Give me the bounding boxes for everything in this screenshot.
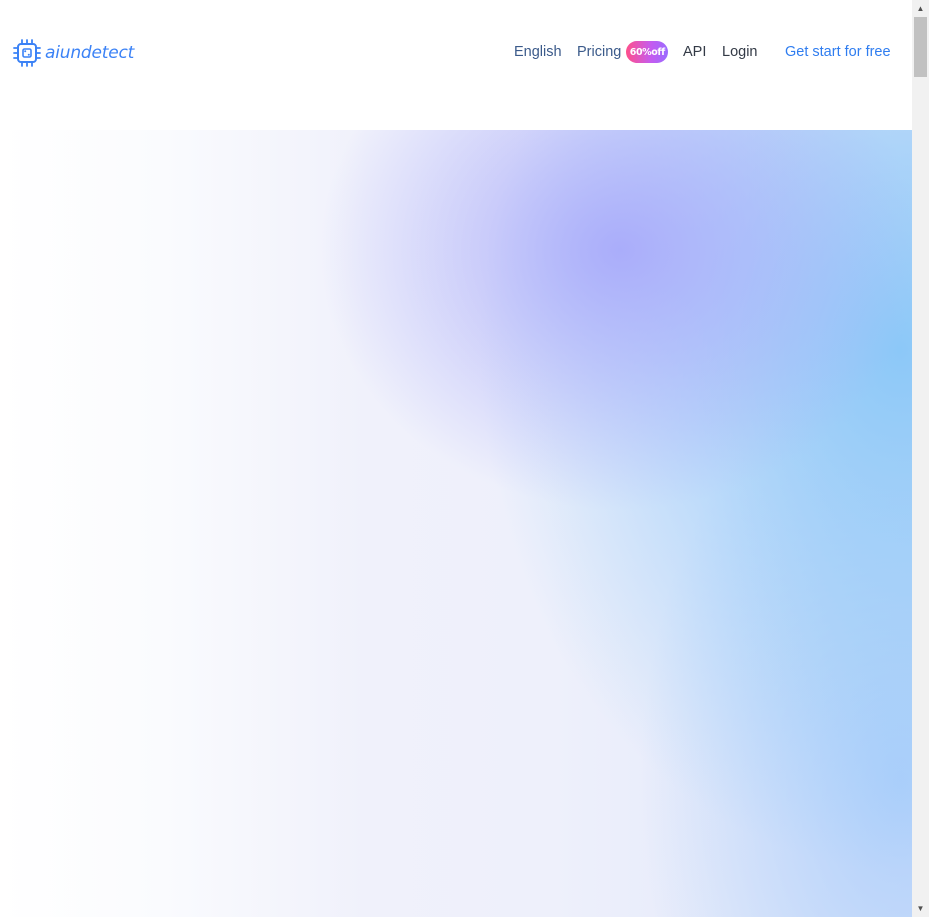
scrollbar-thumb[interactable]: [914, 17, 927, 77]
chip-icon: [13, 39, 41, 67]
hero-gradient-background: [0, 130, 912, 917]
discount-badge: 60%off: [626, 41, 669, 63]
scroll-down-arrow-icon[interactable]: ▼: [912, 900, 929, 917]
header: aiundetect English Pricing 60%off API Lo…: [0, 0, 912, 104]
logo-link[interactable]: aiundetect: [12, 38, 134, 68]
language-selector[interactable]: English: [514, 40, 562, 64]
pricing-link[interactable]: Pricing: [577, 40, 621, 64]
pricing-link-wrap[interactable]: Pricing 60%off: [577, 40, 669, 64]
vertical-scrollbar[interactable]: ▲ ▼: [912, 0, 929, 917]
page: aiundetect English Pricing 60%off API Lo…: [0, 0, 929, 917]
get-started-button[interactable]: Get start for free: [785, 40, 891, 64]
brand-name: aiundetect: [45, 43, 135, 63]
nav-pricing: Pricing 60%off: [577, 40, 669, 64]
nav-language: English: [514, 40, 562, 64]
login-link[interactable]: Login: [722, 40, 757, 64]
api-link[interactable]: API: [683, 40, 706, 64]
nav-cta: Get start for free: [785, 40, 891, 64]
nav-api: API: [683, 40, 706, 64]
scroll-up-arrow-icon[interactable]: ▲: [912, 0, 929, 17]
nav-login: Login: [722, 40, 757, 64]
